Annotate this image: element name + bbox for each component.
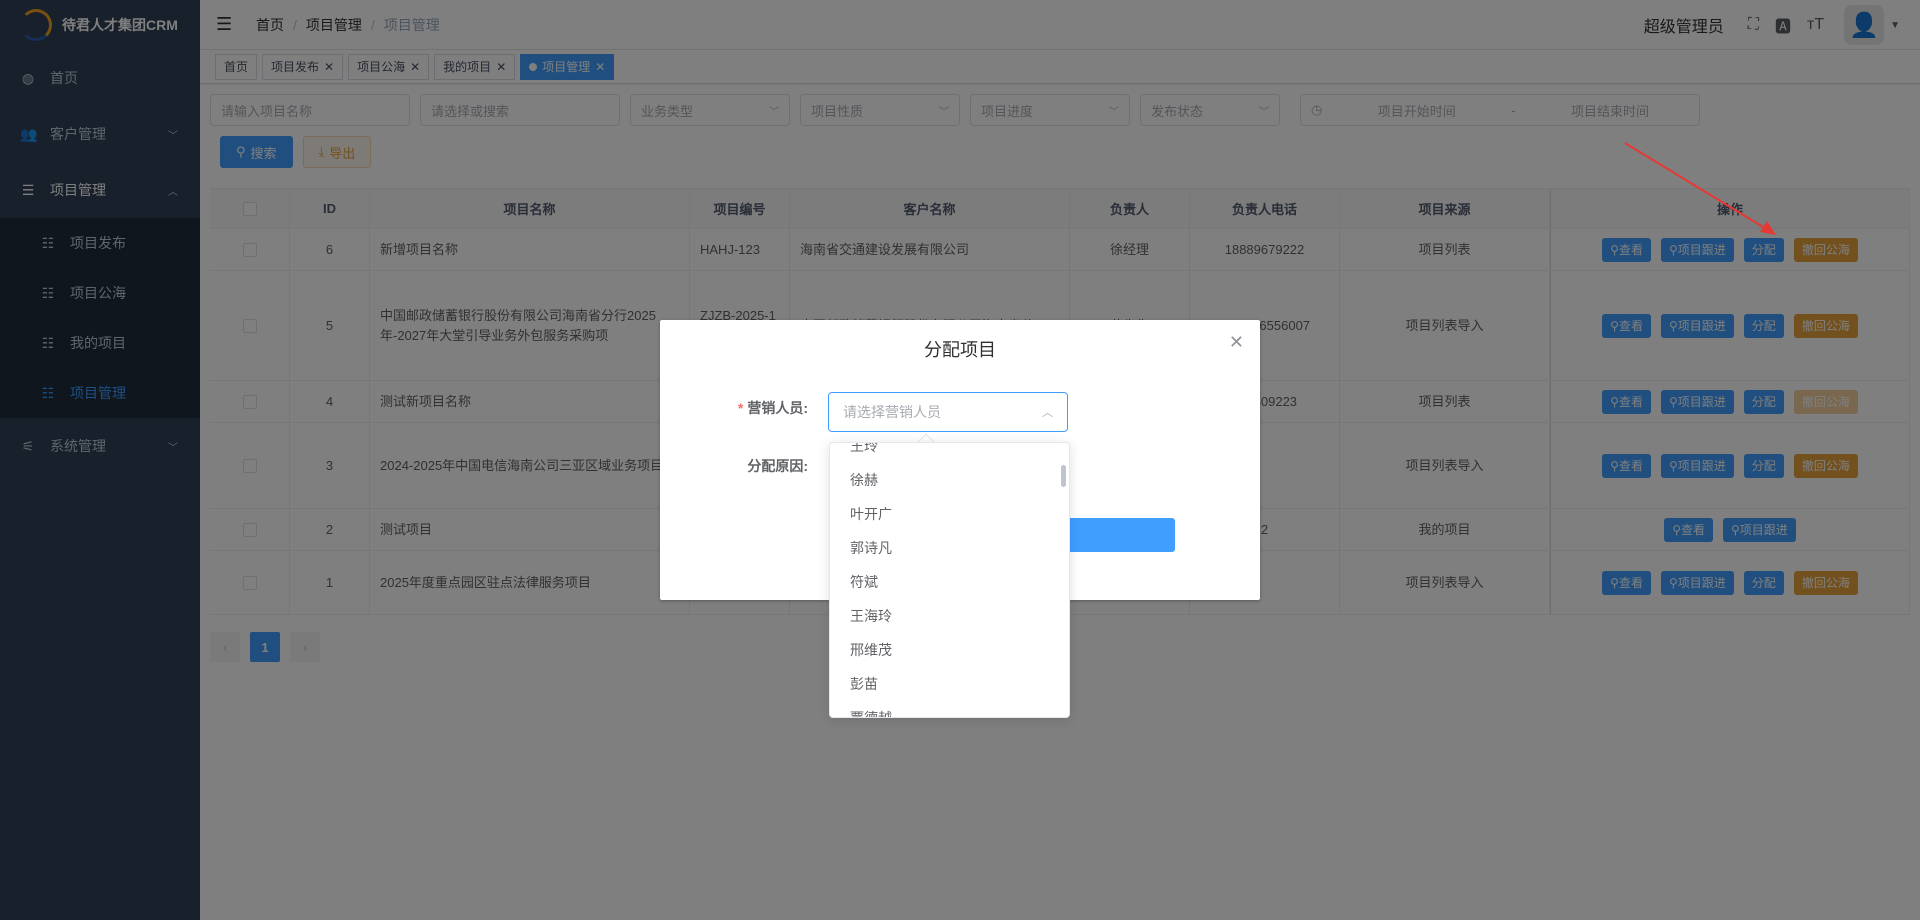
dropdown-list: 王玲 徐赫 叶开广 郭诗凡 符斌 王海玲 邢维茂 彭苗 覃德越 (830, 443, 1069, 717)
dropdown-option[interactable]: 彭苗 (830, 667, 1069, 701)
sales-label: * 营销人员: (708, 398, 808, 418)
reason-label: 分配原因: (747, 458, 808, 474)
dropdown-option[interactable]: 覃德越 (830, 701, 1069, 717)
dropdown-option[interactable]: 王玲 (830, 443, 1069, 463)
dropdown-scrollbar[interactable] (1061, 465, 1066, 487)
dropdown-option[interactable]: 符斌 (830, 565, 1069, 599)
label-text: 营销人员: (747, 400, 808, 416)
dropdown-option[interactable]: 叶开广 (830, 497, 1069, 531)
close-icon[interactable]: ✕ (1229, 332, 1244, 353)
select-placeholder: 请选择营销人员 (843, 404, 941, 420)
dialog-title: 分配项目 (924, 340, 996, 360)
dropdown-option[interactable]: 徐赫 (830, 463, 1069, 497)
dropdown-option[interactable]: 王海玲 (830, 599, 1069, 633)
required-mark: * (737, 400, 744, 416)
chevron-up-icon: ︿ (1042, 407, 1053, 419)
dropdown-option[interactable]: 邢维茂 (830, 633, 1069, 667)
sales-person-dropdown: 王玲 徐赫 叶开广 郭诗凡 符斌 王海玲 邢维茂 彭苗 覃德越 (829, 442, 1070, 718)
sales-person-select[interactable]: 请选择营销人员 ︿ (828, 392, 1068, 432)
dropdown-option[interactable]: 郭诗凡 (830, 531, 1069, 565)
